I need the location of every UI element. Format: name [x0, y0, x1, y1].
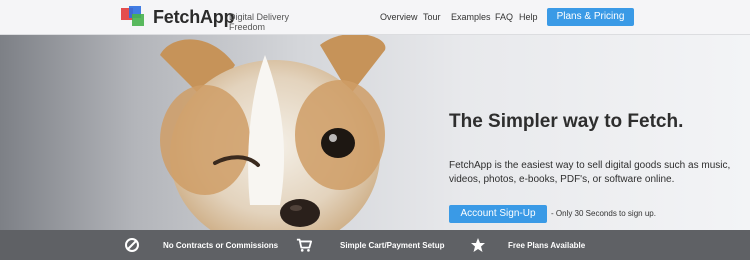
- star-icon: [471, 238, 485, 252]
- cart-icon: [296, 238, 312, 252]
- account-signup-button[interactable]: Account Sign-Up: [449, 205, 547, 223]
- feature-label-contracts: No Contracts or Commissions: [163, 241, 279, 250]
- nav-tour[interactable]: Tour: [423, 12, 441, 22]
- site-header: FetchApp Digital Delivery Freedom Overvi…: [0, 0, 750, 35]
- nav-examples[interactable]: Examples: [451, 12, 491, 22]
- fetchapp-logo-icon[interactable]: [121, 6, 147, 28]
- feature-label-free-plans: Free Plans Available: [508, 241, 586, 250]
- winking-dog-image: [160, 35, 386, 230]
- signup-note: - Only 30 Seconds to sign up.: [551, 209, 656, 218]
- nav-faq[interactable]: FAQ: [495, 12, 513, 22]
- nav-help[interactable]: Help: [519, 12, 538, 22]
- logo-green-square: [132, 14, 144, 26]
- feature-label-cart: Simple Cart/Payment Setup: [340, 241, 445, 250]
- brand-tagline: Digital Delivery Freedom: [229, 12, 290, 32]
- hero-description: FetchApp is the easiest way to sell digi…: [449, 160, 731, 185]
- nav-overview[interactable]: Overview: [380, 12, 418, 22]
- features-bar: No Contracts or Commissions Simple Cart/…: [0, 230, 750, 260]
- brand-name[interactable]: FetchApp: [153, 7, 235, 28]
- plans-pricing-button[interactable]: Plans & Pricing: [547, 8, 634, 26]
- no-sign-icon: [125, 238, 139, 252]
- hero-section: The Simpler way to Fetch. FetchApp is th…: [0, 35, 750, 230]
- hero-headline: The Simpler way to Fetch.: [449, 111, 684, 132]
